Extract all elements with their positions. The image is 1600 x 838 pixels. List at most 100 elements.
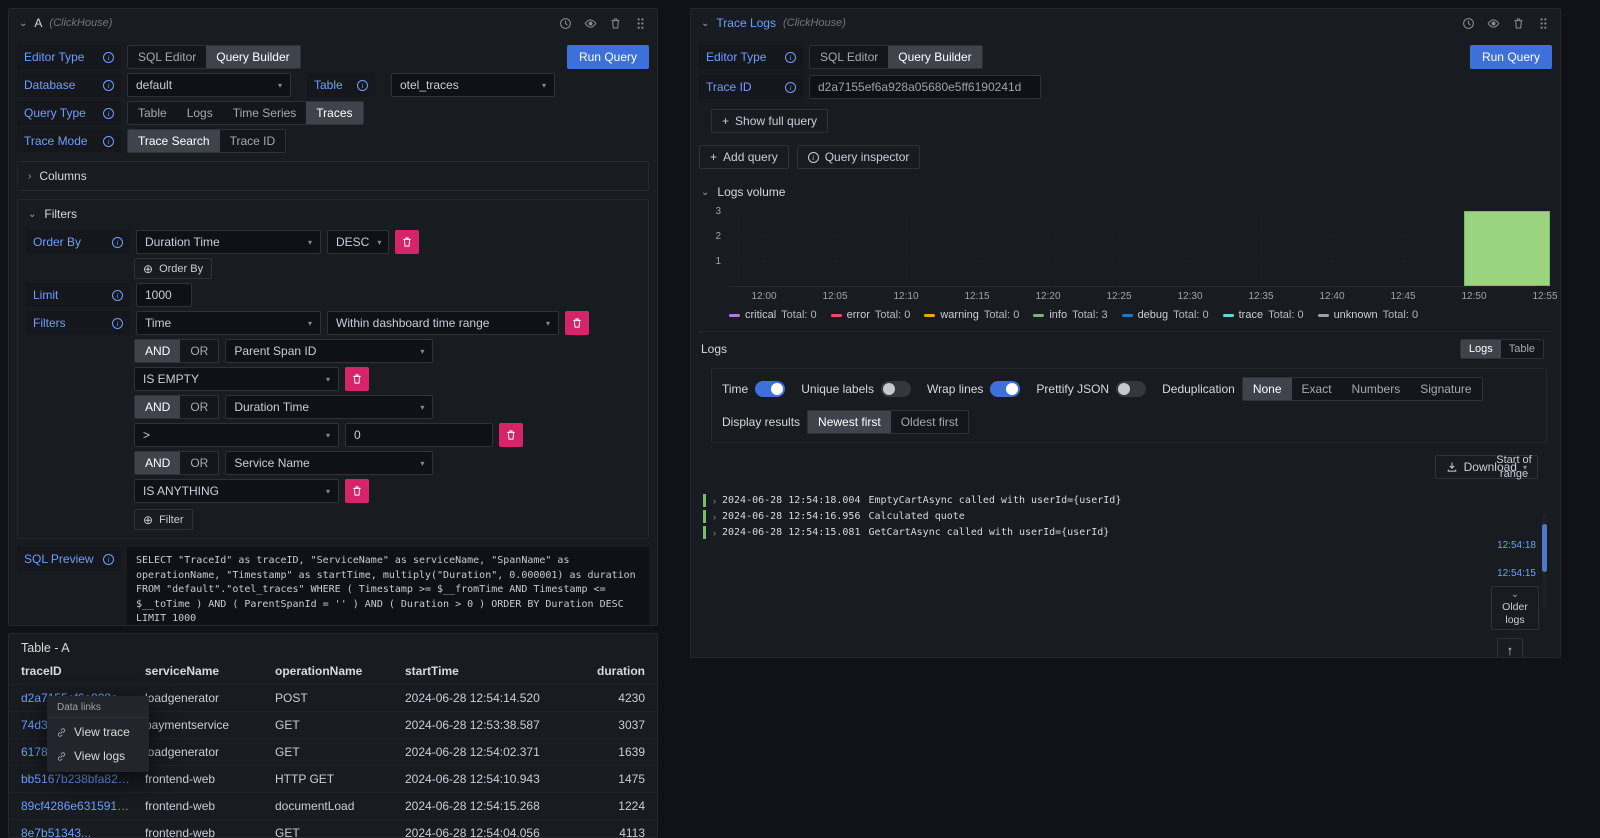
add-filter-button[interactable]: ⊕Filter: [134, 509, 193, 530]
run-query-button[interactable]: Run Query: [1470, 45, 1552, 69]
oldest-first-option[interactable]: Oldest first: [891, 411, 968, 433]
order-by-direction-select[interactable]: DESC▾: [327, 230, 389, 254]
filter-value-select[interactable]: Within dashboard time range▾: [327, 311, 559, 335]
bool-and[interactable]: AND: [135, 452, 180, 474]
remove-filter-button[interactable]: [565, 311, 589, 335]
legend-item-warning[interactable]: warningTotal: 0: [924, 309, 1019, 321]
editor-type-sql-editor[interactable]: SQL Editor: [810, 46, 888, 68]
newest-first-option[interactable]: Newest first: [808, 411, 891, 433]
prettify-json-toggle[interactable]: [1116, 381, 1146, 397]
condition-value-input[interactable]: [345, 423, 493, 447]
info-icon[interactable]: i: [103, 52, 114, 63]
logs-scrollbar-thumb[interactable]: [1542, 524, 1547, 572]
log-row[interactable]: › 2024-06-28 12:54:18.004 EmptyCartAsync…: [703, 493, 1474, 508]
bool-and[interactable]: AND: [135, 396, 180, 418]
eye-icon[interactable]: [1487, 17, 1500, 30]
order-by-field-select[interactable]: Duration Time▾: [136, 230, 321, 254]
trace-id-link[interactable]: 89cf4286e631591b4...: [21, 799, 145, 813]
logs-volume-header[interactable]: ⌄ Logs volume: [701, 185, 1552, 199]
remove-condition-button[interactable]: [345, 479, 369, 503]
dedup-numbers[interactable]: Numbers: [1342, 378, 1411, 400]
trace-id-input[interactable]: [809, 75, 1041, 99]
older-logs-button[interactable]: ⌄ Older logs: [1491, 586, 1539, 630]
context-menu-view-trace[interactable]: View trace: [47, 720, 149, 744]
log-row[interactable]: › 2024-06-28 12:54:15.081 GetCartAsync c…: [703, 525, 1474, 540]
info-icon[interactable]: i: [103, 108, 114, 119]
limit-input[interactable]: [136, 283, 192, 307]
time-toggle[interactable]: [755, 381, 785, 397]
wrap-lines-toggle[interactable]: [990, 381, 1020, 397]
info-icon[interactable]: i: [357, 80, 368, 91]
condition-field-select[interactable]: Parent Span ID▾: [225, 339, 433, 363]
query-type-traces[interactable]: Traces: [306, 102, 362, 124]
filters-section-header[interactable]: ⌄ Filters: [18, 200, 648, 228]
condition-operator-select[interactable]: IS EMPTY▾: [134, 367, 339, 391]
legend-item-trace[interactable]: traceTotal: 0: [1223, 309, 1304, 321]
scroll-to-top-button[interactable]: ↑: [1497, 638, 1523, 658]
trash-icon[interactable]: [609, 17, 622, 30]
legend-item-debug[interactable]: debugTotal: 0: [1122, 309, 1209, 321]
history-icon[interactable]: [559, 17, 572, 30]
run-query-button[interactable]: Run Query: [567, 45, 649, 69]
column-header-servicename[interactable]: serviceName: [145, 664, 275, 678]
history-icon[interactable]: [1462, 17, 1475, 30]
editor-type-sql-editor[interactable]: SQL Editor: [128, 46, 206, 68]
panel-collapse-chevron-icon[interactable]: ⌄: [19, 18, 27, 29]
info-icon[interactable]: i: [112, 237, 123, 248]
table-panel-title[interactable]: Table - A: [9, 634, 657, 658]
panel-title[interactable]: Trace Logs: [716, 16, 776, 30]
column-header-duration[interactable]: duration: [577, 664, 645, 678]
info-volume-bar[interactable]: [1464, 211, 1550, 286]
column-header-traceid[interactable]: traceID: [21, 664, 145, 678]
drag-handle-icon[interactable]: [634, 17, 647, 30]
info-icon[interactable]: i: [785, 82, 796, 93]
bool-and[interactable]: AND: [135, 340, 180, 362]
bool-or[interactable]: OR: [180, 396, 218, 418]
database-select[interactable]: default▾: [127, 73, 291, 97]
legend-item-info[interactable]: infoTotal: 3: [1033, 309, 1107, 321]
query-type-table[interactable]: Table: [128, 102, 177, 124]
editor-type-query-builder[interactable]: Query Builder: [888, 46, 981, 68]
query-type-time-series[interactable]: Time Series: [223, 102, 307, 124]
panel-collapse-chevron-icon[interactable]: ⌄: [701, 18, 709, 29]
dedup-none[interactable]: None: [1243, 378, 1292, 400]
editor-type-query-builder[interactable]: Query Builder: [206, 46, 299, 68]
info-icon[interactable]: i: [103, 554, 114, 565]
condition-operator-select[interactable]: >▾: [134, 423, 339, 447]
trace-id-link[interactable]: 8e7b51343...: [21, 826, 145, 838]
trace-mode-trace-id[interactable]: Trace ID: [220, 130, 286, 152]
remove-condition-button[interactable]: [345, 367, 369, 391]
condition-field-select[interactable]: Duration Time▾: [225, 395, 433, 419]
info-icon[interactable]: i: [112, 290, 123, 301]
info-icon[interactable]: i: [103, 136, 114, 147]
log-row[interactable]: › 2024-06-28 12:54:16.956 Calculated quo…: [703, 509, 1474, 524]
column-header-starttime[interactable]: startTime: [405, 664, 577, 678]
view-logs-option[interactable]: Logs: [1461, 340, 1501, 358]
columns-section-header[interactable]: › Columns: [18, 162, 648, 190]
drag-handle-icon[interactable]: [1537, 17, 1550, 30]
trace-id-link[interactable]: bb5167b238bfa82d1...: [21, 772, 145, 786]
info-icon[interactable]: i: [785, 52, 796, 63]
table-select[interactable]: otel_traces▾: [391, 73, 555, 97]
bool-or[interactable]: OR: [180, 340, 218, 362]
view-table-option[interactable]: Table: [1501, 340, 1543, 358]
condition-operator-select[interactable]: IS ANYTHING▾: [134, 479, 339, 503]
condition-field-select[interactable]: Service Name▾: [225, 451, 433, 475]
trash-icon[interactable]: [1512, 17, 1525, 30]
add-query-button[interactable]: +Add query: [699, 145, 789, 169]
add-order-by-button[interactable]: ⊕Order By: [134, 258, 212, 279]
bool-or[interactable]: OR: [180, 452, 218, 474]
dedup-signature[interactable]: Signature: [1410, 378, 1481, 400]
filter-field-select[interactable]: Time▾: [136, 311, 321, 335]
legend-item-critical[interactable]: criticalTotal: 0: [729, 309, 817, 321]
remove-condition-button[interactable]: [499, 423, 523, 447]
expand-caret-icon[interactable]: ›: [713, 512, 716, 522]
trace-mode-trace-search[interactable]: Trace Search: [128, 130, 220, 152]
eye-icon[interactable]: [584, 17, 597, 30]
legend-item-error[interactable]: errorTotal: 0: [831, 309, 911, 321]
info-icon[interactable]: i: [103, 80, 114, 91]
info-icon[interactable]: i: [112, 318, 123, 329]
context-menu-view-logs[interactable]: View logs: [47, 744, 149, 768]
column-header-operationname[interactable]: operationName: [275, 664, 405, 678]
unique-labels-toggle[interactable]: [881, 381, 911, 397]
